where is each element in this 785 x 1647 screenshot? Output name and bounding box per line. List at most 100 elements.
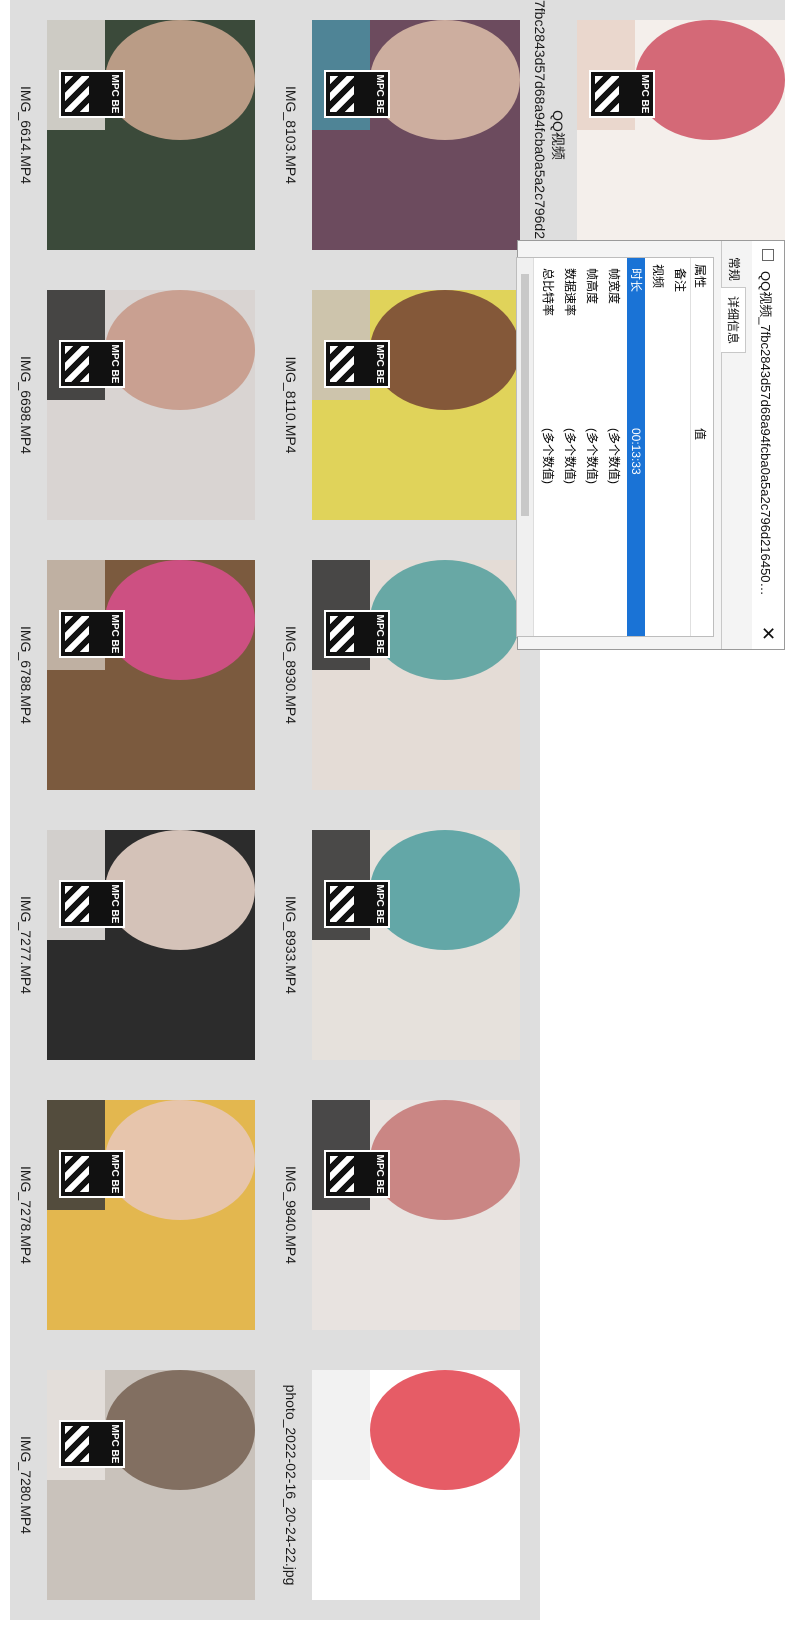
badge-label: MPC BE xyxy=(109,1154,120,1194)
thumbnail-image xyxy=(577,20,785,250)
close-icon[interactable]: ✕ xyxy=(757,626,778,641)
mpc-be-icon: MPC BE xyxy=(59,340,125,388)
mpc-be-icon: MPC BE xyxy=(324,70,390,118)
thumbnail-tile[interactable]: MPC BE IMG_8930.MP4 xyxy=(275,540,540,810)
badge-label: MPC BE xyxy=(374,74,385,114)
mpc-be-icon: MPC BE xyxy=(324,340,390,388)
thumbnail-tile[interactable]: MPC BE IMG_7277.MP4 xyxy=(10,810,275,1080)
clapperboard-icon xyxy=(330,886,354,922)
thumbnail-image xyxy=(47,20,255,250)
file-explorer-thumbnails: MPC BE IMG_6614.MP4 MPC BE IMG_6698.MP4 MPC … xyxy=(0,0,785,1647)
property-row[interactable]: 备注 xyxy=(671,258,689,636)
thumbnail-tile[interactable]: MPC BE IMG_6788.MP4 xyxy=(10,540,275,810)
file-name: IMG_6788.MP4 xyxy=(18,625,34,725)
file-name: IMG_8110.MP4 xyxy=(283,356,299,454)
clapperboard-icon xyxy=(65,346,89,382)
thumbnail-tile[interactable]: MPC BE IMG_6614.MP4 xyxy=(10,0,275,270)
thumbnail-shape xyxy=(105,1370,255,1490)
clapperboard-icon xyxy=(330,76,354,112)
column-value[interactable]: 值 xyxy=(692,428,709,440)
badge-label: MPC BE xyxy=(109,1424,120,1464)
file-name: IMG_8103.MP4 xyxy=(283,85,299,185)
section-header[interactable]: 视频 xyxy=(649,258,667,636)
file-name-extra: 7fbc2843d57d68a94fcba0a5a2c796d216450045… xyxy=(532,0,548,329)
property-grid: 属性 值 备注 视频 时长 00:13:33 帧宽度 (多个数值) 帧高度 (多个数值) 数据速… xyxy=(516,257,714,637)
thumbnail-image xyxy=(47,290,255,520)
scrollbar-thumb[interactable] xyxy=(521,274,529,516)
property-row[interactable]: 帧宽度 (多个数值) xyxy=(605,258,623,636)
thumbnail-tile[interactable]: MPC BE IMG_7278.MP4 xyxy=(10,1080,275,1350)
mpc-be-icon: MPC BE xyxy=(59,610,125,658)
clapperboard-icon xyxy=(330,616,354,652)
file-icon xyxy=(762,249,774,261)
thumbnail-shape xyxy=(370,560,520,680)
tab-general[interactable]: 常规 xyxy=(722,249,746,289)
thumbnail-tile[interactable]: MPC BE IMG_8933.MP4 xyxy=(275,810,540,1080)
thumbnail-image xyxy=(47,560,255,790)
property-name: 数据速率 xyxy=(563,268,577,317)
thumbnail-tile[interactable]: MPC BE IMG_8110.MP4 xyxy=(275,270,540,540)
badge-label: MPC BE xyxy=(109,614,120,654)
clapperboard-icon xyxy=(65,76,89,112)
file-name: IMG_7278.MP4 xyxy=(18,1165,34,1265)
clapperboard-icon xyxy=(65,1156,89,1192)
file-name: IMG_6698.MP4 xyxy=(18,355,34,455)
file-name: photo_2022-02-16_20-24-22.jpg xyxy=(283,1384,299,1586)
property-name: 总比特率 xyxy=(541,268,555,317)
dialog-titlebar: QQ视频_7fbc2843d57d68a94fcba0a5a2c796d2164… xyxy=(752,241,784,649)
grid-header: 属性 值 xyxy=(690,258,713,636)
thumbnail-shape xyxy=(370,830,520,950)
badge-label: MPC BE xyxy=(109,344,120,384)
property-value: (多个数值) xyxy=(607,428,621,484)
property-row[interactable]: 帧高度 (多个数值) xyxy=(583,258,601,636)
thumbnail-shape xyxy=(635,20,785,140)
clapperboard-icon xyxy=(65,886,89,922)
thumbnail-image xyxy=(47,830,255,1060)
clapperboard-icon xyxy=(65,616,89,652)
thumbnail-tile[interactable]: MPC BE QQ视频 7fbc2843d57d68a94fcba0a5a2c796… xyxy=(532,0,785,329)
thumbnail-image xyxy=(312,1100,520,1330)
property-row[interactable]: 总比特率 (多个数值) xyxy=(539,258,557,636)
thumbnail-shape xyxy=(370,20,520,140)
thumbnail-image xyxy=(47,1370,255,1600)
badge-label: MPC BE xyxy=(109,74,120,114)
thumbnail-tile[interactable]: photo_2022-02-16_20-24-22.jpg xyxy=(275,1350,540,1620)
thumbnail-image xyxy=(312,830,520,1060)
thumbnail-tile[interactable]: MPC BE IMG_9840.MP4 xyxy=(275,1080,540,1350)
property-name: 时长 xyxy=(629,268,643,293)
file-name: QQ视频 xyxy=(550,110,566,160)
mpc-be-icon: MPC BE xyxy=(589,70,655,118)
clapperboard-icon xyxy=(65,1426,89,1462)
mpc-be-icon: MPC BE xyxy=(324,880,390,928)
property-value: 00:13:33 xyxy=(629,428,643,475)
badge-label: MPC BE xyxy=(109,884,120,924)
badge-label: MPC BE xyxy=(374,884,385,924)
mpc-be-icon: MPC BE xyxy=(59,70,125,118)
thumbnail-shape xyxy=(105,560,255,680)
property-name: 帧宽度 xyxy=(607,268,621,305)
mpc-be-icon: MPC BE xyxy=(59,1420,125,1468)
thumbnail-image xyxy=(312,1370,520,1600)
file-name: IMG_7280.MP4 xyxy=(18,1435,34,1535)
property-row[interactable]: 数据速率 (多个数值) xyxy=(561,258,579,636)
properties-dialog: QQ视频_7fbc2843d57d68a94fcba0a5a2c796d2164… xyxy=(516,240,785,650)
mpc-be-icon: MPC BE xyxy=(324,1150,390,1198)
property-row[interactable]: 时长 00:13:33 xyxy=(627,258,645,636)
mpc-be-icon: MPC BE xyxy=(59,880,125,928)
file-name: IMG_9840.MP4 xyxy=(283,1165,299,1265)
thumbnail-shape xyxy=(105,830,255,950)
thumbnail-shape xyxy=(105,20,255,140)
column-property[interactable]: 属性 xyxy=(692,264,709,288)
mpc-be-icon: MPC BE xyxy=(324,610,390,658)
clapperboard-icon xyxy=(595,76,619,112)
badge-label: MPC BE xyxy=(374,344,385,384)
file-name: IMG_7277.MP4 xyxy=(18,895,34,995)
horizontal-scrollbar[interactable] xyxy=(517,258,534,636)
thumbnail-tile[interactable]: MPC BE IMG_7280.MP4 xyxy=(10,1350,275,1620)
thumbnail-shape xyxy=(105,1100,255,1220)
tab-details[interactable]: 详细信息 xyxy=(721,287,746,354)
screen-stage: MPC BE IMG_6614.MP4 MPC BE IMG_6698.MP4 MPC … xyxy=(0,0,785,1647)
thumbnail-tile[interactable]: MPC BE IMG_6698.MP4 xyxy=(10,270,275,540)
thumbnail-tile[interactable]: MPC BE IMG_8103.MP4 xyxy=(275,0,540,270)
badge-label: MPC BE xyxy=(639,74,650,114)
